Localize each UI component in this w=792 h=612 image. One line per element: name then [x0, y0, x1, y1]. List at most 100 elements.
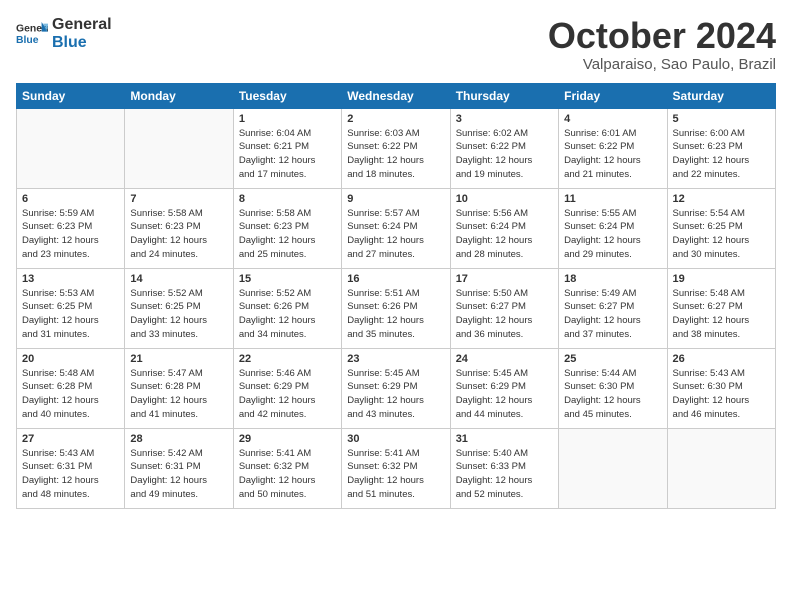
- logo-icon: General Blue: [16, 20, 48, 48]
- day-number: 14: [130, 273, 227, 285]
- calendar-day-cell: 29 Sunrise: 5:41 AM Sunset: 6:32 PM Dayli…: [233, 428, 341, 508]
- day-number: 4: [564, 113, 661, 125]
- weekday-header: Friday: [559, 83, 667, 108]
- calendar-week-row: 20 Sunrise: 5:48 AM Sunset: 6:28 PM Dayli…: [17, 348, 776, 428]
- header-row: SundayMondayTuesdayWednesdayThursdayFrid…: [17, 83, 776, 108]
- day-info: Sunrise: 5:59 AM Sunset: 6:23 PM Dayligh…: [22, 207, 119, 262]
- day-info: Sunrise: 5:49 AM Sunset: 6:27 PM Dayligh…: [564, 287, 661, 342]
- day-info: Sunrise: 5:50 AM Sunset: 6:27 PM Dayligh…: [456, 287, 553, 342]
- day-info: Sunrise: 5:41 AM Sunset: 6:32 PM Dayligh…: [239, 447, 336, 502]
- calendar-day-cell: 23Sunrise: 5:45 AM Sunset: 6:29 PM Dayli…: [342, 348, 450, 428]
- day-info: Sunrise: 5:48 AM Sunset: 6:27 PM Dayligh…: [673, 287, 770, 342]
- day-info: Sunrise: 6:02 AM Sunset: 6:22 PM Dayligh…: [456, 127, 553, 182]
- calendar-day-cell: 4 Sunrise: 6:01 AM Sunset: 6:22 PM Daylig…: [559, 108, 667, 188]
- day-number: 11: [564, 193, 661, 205]
- calendar-week-row: 6 Sunrise: 5:59 AM Sunset: 6:23 PM Daylig…: [17, 188, 776, 268]
- calendar-day-cell: 2Sunrise: 6:03 AM Sunset: 6:22 PM Daylig…: [342, 108, 450, 188]
- weekday-header: Monday: [125, 83, 233, 108]
- calendar-day-cell: [17, 108, 125, 188]
- svg-text:Blue: Blue: [16, 34, 39, 45]
- calendar-day-cell: 12 Sunrise: 5:54 AM Sunset: 6:25 PM Dayli…: [667, 188, 775, 268]
- day-info: Sunrise: 5:54 AM Sunset: 6:25 PM Dayligh…: [673, 207, 770, 262]
- day-info: Sunrise: 6:01 AM Sunset: 6:22 PM Dayligh…: [564, 127, 661, 182]
- calendar-day-cell: 31Sunrise: 5:40 AM Sunset: 6:33 PM Dayli…: [450, 428, 558, 508]
- calendar-day-cell: 5Sunrise: 6:00 AM Sunset: 6:23 PM Daylig…: [667, 108, 775, 188]
- calendar-table: SundayMondayTuesdayWednesdayThursdayFrid…: [16, 83, 776, 509]
- day-info: Sunrise: 5:40 AM Sunset: 6:33 PM Dayligh…: [456, 447, 553, 502]
- day-number: 24: [456, 353, 553, 365]
- day-info: Sunrise: 5:48 AM Sunset: 6:28 PM Dayligh…: [22, 367, 119, 422]
- day-number: 18: [564, 273, 661, 285]
- day-number: 8: [239, 193, 336, 205]
- month-title: October 2024: [548, 16, 776, 56]
- weekday-header: Sunday: [17, 83, 125, 108]
- day-info: Sunrise: 5:47 AM Sunset: 6:28 PM Dayligh…: [130, 367, 227, 422]
- day-number: 16: [347, 273, 444, 285]
- day-info: Sunrise: 5:52 AM Sunset: 6:26 PM Dayligh…: [239, 287, 336, 342]
- weekday-header: Saturday: [667, 83, 775, 108]
- calendar-day-cell: 3 Sunrise: 6:02 AM Sunset: 6:22 PM Daylig…: [450, 108, 558, 188]
- day-info: Sunrise: 5:43 AM Sunset: 6:31 PM Dayligh…: [22, 447, 119, 502]
- day-number: 21: [130, 353, 227, 365]
- calendar-day-cell: 20 Sunrise: 5:48 AM Sunset: 6:28 PM Dayli…: [17, 348, 125, 428]
- day-number: 2: [347, 113, 444, 125]
- calendar-day-cell: 10Sunrise: 5:56 AM Sunset: 6:24 PM Dayli…: [450, 188, 558, 268]
- calendar-day-cell: 25 Sunrise: 5:44 AM Sunset: 6:30 PM Dayli…: [559, 348, 667, 428]
- calendar-day-cell: 22Sunrise: 5:46 AM Sunset: 6:29 PM Dayli…: [233, 348, 341, 428]
- calendar-day-cell: 17 Sunrise: 5:50 AM Sunset: 6:27 PM Dayli…: [450, 268, 558, 348]
- day-info: Sunrise: 5:58 AM Sunset: 6:23 PM Dayligh…: [239, 207, 336, 262]
- day-number: 30: [347, 433, 444, 445]
- calendar-week-row: 13 Sunrise: 5:53 AM Sunset: 6:25 PM Dayli…: [17, 268, 776, 348]
- weekday-header: Tuesday: [233, 83, 341, 108]
- calendar-day-cell: 30Sunrise: 5:41 AM Sunset: 6:32 PM Dayli…: [342, 428, 450, 508]
- day-info: Sunrise: 5:45 AM Sunset: 6:29 PM Dayligh…: [456, 367, 553, 422]
- day-number: 13: [22, 273, 119, 285]
- day-number: 22: [239, 353, 336, 365]
- day-info: Sunrise: 5:55 AM Sunset: 6:24 PM Dayligh…: [564, 207, 661, 262]
- calendar-day-cell: 21 Sunrise: 5:47 AM Sunset: 6:28 PM Dayli…: [125, 348, 233, 428]
- day-info: Sunrise: 5:57 AM Sunset: 6:24 PM Dayligh…: [347, 207, 444, 262]
- calendar-day-cell: [125, 108, 233, 188]
- logo-general: General: [52, 16, 112, 34]
- weekday-header: Thursday: [450, 83, 558, 108]
- weekday-header: Wednesday: [342, 83, 450, 108]
- day-info: Sunrise: 5:45 AM Sunset: 6:29 PM Dayligh…: [347, 367, 444, 422]
- logo: General Blue General Blue: [16, 16, 112, 51]
- calendar-header: SundayMondayTuesdayWednesdayThursdayFrid…: [17, 83, 776, 108]
- calendar-day-cell: 26Sunrise: 5:43 AM Sunset: 6:30 PM Dayli…: [667, 348, 775, 428]
- location: Valparaiso, Sao Paulo, Brazil: [548, 56, 776, 73]
- day-info: Sunrise: 5:53 AM Sunset: 6:25 PM Dayligh…: [22, 287, 119, 342]
- calendar-day-cell: 15Sunrise: 5:52 AM Sunset: 6:26 PM Dayli…: [233, 268, 341, 348]
- day-number: 17: [456, 273, 553, 285]
- day-number: 12: [673, 193, 770, 205]
- day-number: 7: [130, 193, 227, 205]
- calendar-day-cell: 16 Sunrise: 5:51 AM Sunset: 6:26 PM Dayli…: [342, 268, 450, 348]
- calendar-week-row: 27 Sunrise: 5:43 AM Sunset: 6:31 PM Dayli…: [17, 428, 776, 508]
- day-number: 25: [564, 353, 661, 365]
- day-info: Sunrise: 5:52 AM Sunset: 6:25 PM Dayligh…: [130, 287, 227, 342]
- day-number: 5: [673, 113, 770, 125]
- calendar-day-cell: 6 Sunrise: 5:59 AM Sunset: 6:23 PM Daylig…: [17, 188, 125, 268]
- day-info: Sunrise: 5:42 AM Sunset: 6:31 PM Dayligh…: [130, 447, 227, 502]
- day-number: 28: [130, 433, 227, 445]
- calendar-day-cell: 27 Sunrise: 5:43 AM Sunset: 6:31 PM Dayli…: [17, 428, 125, 508]
- day-number: 19: [673, 273, 770, 285]
- day-info: Sunrise: 5:51 AM Sunset: 6:26 PM Dayligh…: [347, 287, 444, 342]
- day-number: 3: [456, 113, 553, 125]
- header: General Blue General Blue October 2024 V…: [16, 16, 776, 73]
- day-info: Sunrise: 6:04 AM Sunset: 6:21 PM Dayligh…: [239, 127, 336, 182]
- calendar-body: 1Sunrise: 6:04 AM Sunset: 6:21 PM Daylig…: [17, 108, 776, 508]
- day-number: 27: [22, 433, 119, 445]
- day-info: Sunrise: 5:44 AM Sunset: 6:30 PM Dayligh…: [564, 367, 661, 422]
- calendar-day-cell: [559, 428, 667, 508]
- day-number: 10: [456, 193, 553, 205]
- day-number: 6: [22, 193, 119, 205]
- day-number: 20: [22, 353, 119, 365]
- day-info: Sunrise: 5:43 AM Sunset: 6:30 PM Dayligh…: [673, 367, 770, 422]
- calendar-week-row: 1Sunrise: 6:04 AM Sunset: 6:21 PM Daylig…: [17, 108, 776, 188]
- day-number: 29: [239, 433, 336, 445]
- calendar-day-cell: 7Sunrise: 5:58 AM Sunset: 6:23 PM Daylig…: [125, 188, 233, 268]
- calendar-day-cell: 11 Sunrise: 5:55 AM Sunset: 6:24 PM Dayli…: [559, 188, 667, 268]
- calendar-day-cell: 13 Sunrise: 5:53 AM Sunset: 6:25 PM Dayli…: [17, 268, 125, 348]
- calendar-day-cell: 28 Sunrise: 5:42 AM Sunset: 6:31 PM Dayli…: [125, 428, 233, 508]
